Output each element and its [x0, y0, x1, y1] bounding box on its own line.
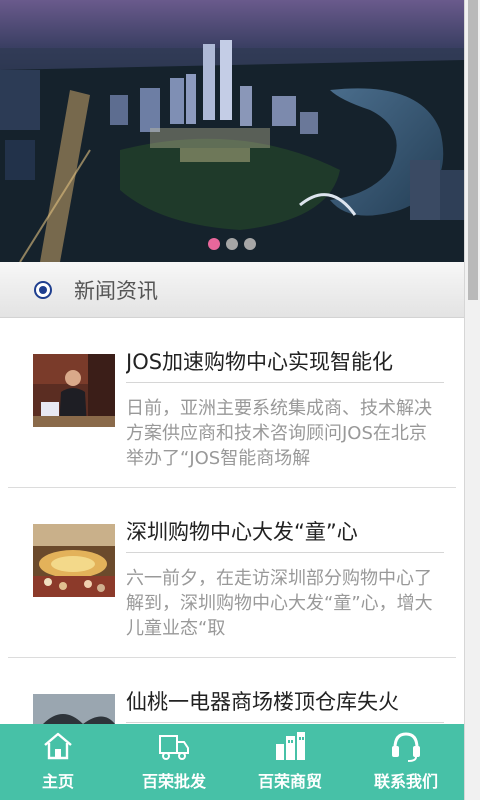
nav-label: 主页	[41, 772, 74, 791]
nav-label: 百荣商贸	[257, 772, 322, 791]
shopping-mall-photo-icon	[33, 524, 115, 597]
news-item[interactable]: JOS加速购物中心实现智能化 日前，亚洲主要系统集成商、技术解决方案供应商和技术…	[8, 318, 456, 488]
nav-item-home[interactable]: 主页	[0, 724, 116, 800]
bottom-nav: 主页 百荣批发 百荣商贸 联系我们	[0, 724, 464, 800]
nav-item-wholesale[interactable]: 百荣批发	[116, 724, 232, 800]
home-icon	[44, 732, 72, 760]
carousel-dot-active[interactable]	[208, 238, 220, 250]
scrollbar-thumb[interactable]	[468, 0, 478, 300]
vertical-scrollbar[interactable]	[464, 0, 480, 800]
banner-image	[0, 0, 464, 262]
news-section-header: 新闻资讯	[0, 262, 464, 318]
banner-carousel[interactable]	[0, 0, 464, 262]
buildings-icon	[276, 732, 305, 760]
carousel-dot[interactable]	[244, 238, 256, 250]
news-item[interactable]: 深圳购物中心大发“童”心 六一前夕，在走访深圳部分购物中心了解到，深圳购物中心大…	[8, 488, 456, 658]
carousel-dot[interactable]	[226, 238, 238, 250]
nav-label: 联系我们	[373, 772, 438, 791]
nav-item-contact[interactable]: 联系我们	[348, 724, 464, 800]
page: 新闻资讯 JOS加速购物中心实现智能化 日前，亚洲主要系统集成商、技术解决方案供…	[0, 0, 464, 800]
nav-label: 百荣批发	[141, 772, 206, 791]
news-summary: 六一前夕，在走访深圳部分购物中心了解到，深圳购物中心大发“童”心，增大儿童业态“…	[126, 568, 433, 639]
section-title: 新闻资讯	[74, 278, 158, 303]
truck-icon	[159, 735, 189, 760]
carousel-indicators	[0, 238, 464, 252]
nav-item-trade[interactable]: 百荣商贸	[232, 724, 348, 800]
section-bullet-dot	[39, 285, 47, 294]
news-title[interactable]: 仙桃一电器商场楼顶仓库失火	[126, 688, 444, 723]
news-title[interactable]: 深圳购物中心大发“童”心	[126, 518, 444, 553]
presenter-photo-icon	[33, 354, 115, 427]
headset-icon	[392, 732, 420, 762]
section-bullet-icon	[34, 280, 52, 299]
news-summary: 日前，亚洲主要系统集成商、技术解决方案供应商和技术咨询顾问JOS在北京举办了“J…	[126, 398, 432, 469]
news-title[interactable]: JOS加速购物中心实现智能化	[126, 348, 444, 383]
